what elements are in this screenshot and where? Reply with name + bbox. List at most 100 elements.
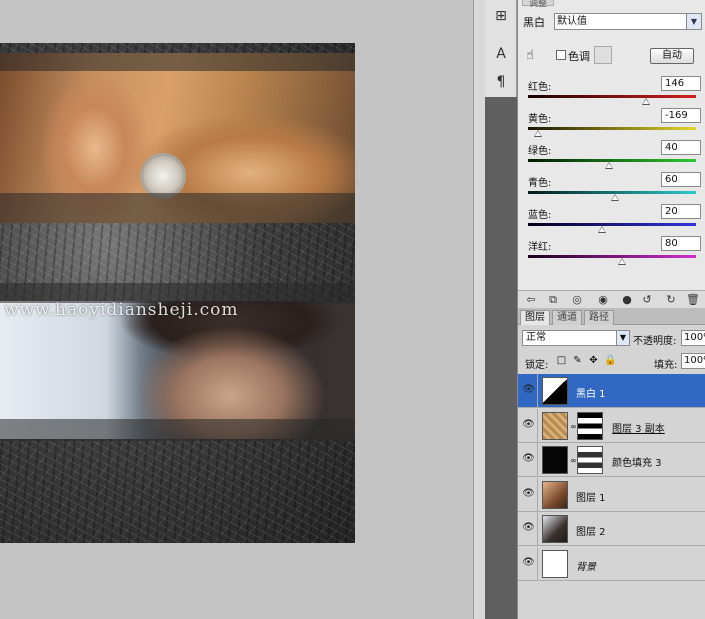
lock-transparency-icon[interactable]: □ — [556, 355, 567, 366]
clip-layer-icon[interactable]: ◎ — [570, 293, 584, 307]
slider-thumb[interactable] — [534, 130, 543, 137]
layers-tab-bar: 图层 通道 路径 — [518, 308, 705, 325]
slider-value-input[interactable]: -169 — [661, 108, 701, 123]
fill-label: 填充: — [654, 360, 678, 371]
tab-channels[interactable]: 通道 — [552, 310, 582, 325]
layer-thumbnail[interactable] — [542, 480, 568, 509]
tab-adjustments[interactable]: 调整 — [522, 0, 555, 9]
layer-row[interactable]: 👁 图层 2 — [518, 512, 705, 546]
slider-thumb[interactable] — [641, 98, 650, 105]
paragraph-icon[interactable]: ¶ — [493, 74, 509, 90]
slider-thumb[interactable] — [604, 162, 613, 169]
visibility-eye-icon[interactable]: ◉ — [596, 293, 610, 307]
lock-all-icon[interactable]: 🔒 — [604, 355, 616, 366]
adjustments-footer: ⇦ ⧉ ◎ ◉ ● ↺ ↻ 🗑 — [518, 290, 705, 308]
tint-label: 色调 — [568, 50, 590, 63]
slider-label: 红色: — [528, 82, 552, 93]
canvas-area[interactable]: www.haoyidiansheji.com — [0, 0, 473, 619]
layer-thumbnail[interactable] — [542, 411, 568, 440]
layer-name: 背景 — [576, 561, 596, 573]
tint-checkbox[interactable] — [556, 50, 566, 60]
adjust-icon[interactable]: ⊞ — [493, 8, 509, 24]
slider-track[interactable] — [528, 95, 696, 98]
slider-label: 黄色: — [528, 114, 552, 125]
collapsed-panel-strip: ⊞ A ¶ — [485, 0, 517, 97]
slider-track[interactable] — [528, 255, 696, 258]
tab-paths[interactable]: 路径 — [584, 310, 614, 325]
eye-icon: 👁 — [522, 384, 535, 395]
visibility-toggle[interactable]: 👁 — [518, 546, 538, 581]
slider-value-input[interactable]: 60 — [661, 172, 701, 187]
chevron-down-icon[interactable]: ▼ — [686, 14, 701, 29]
adjustments-panel: 调整 黑白 默认值 ▼ ☝ 色调 自动 红色: 146 黄色: -169 绿色: 40 青色… — [517, 0, 705, 308]
layer-row[interactable]: 👁 ∞ 颜色填充 3 — [518, 443, 705, 477]
eye-icon: 👁 — [522, 487, 535, 499]
layer-row[interactable]: 👁 ∞ 图层 3 副本 — [518, 408, 705, 443]
fill-input[interactable]: 100% — [681, 353, 705, 369]
back-arrow-icon[interactable]: ⇦ — [524, 293, 538, 307]
layer-thumbnail[interactable] — [542, 377, 568, 405]
visibility-toggle[interactable]: 👁 — [518, 443, 538, 477]
slider-thumb[interactable] — [597, 226, 606, 233]
layer-mask-thumbnail[interactable] — [577, 411, 603, 440]
lock-position-icon[interactable]: ✥ — [588, 355, 599, 366]
slider-value-input[interactable]: 146 — [661, 76, 701, 91]
document-image[interactable] — [0, 43, 355, 543]
layer-thumbnail[interactable] — [542, 515, 568, 543]
blend-mode-value: 正常 — [526, 332, 546, 343]
layer-name: 图层 2 — [576, 527, 606, 538]
slider-label: 蓝色: — [528, 210, 552, 221]
toggle-visibility-icon[interactable]: ● — [620, 293, 634, 307]
layers-panel: 图层 通道 路径 正常 ▼ 不透明度: 100% 锁定: □ ✎ ✥ 🔒 填充:… — [517, 308, 705, 619]
layer-name: 图层 1 — [576, 492, 606, 504]
blend-mode-select[interactable]: 正常 ▼ — [522, 330, 630, 346]
visibility-toggle[interactable]: 👁 — [518, 477, 538, 512]
shade-strip — [0, 193, 355, 223]
layer-mask-thumbnail[interactable] — [577, 446, 603, 474]
eye-icon: 👁 — [522, 522, 535, 533]
opacity-label: 不透明度: — [633, 336, 677, 347]
visibility-toggle[interactable]: 👁 — [518, 512, 538, 546]
layer-name: 黑白 1 — [576, 389, 606, 400]
eye-icon: 👁 — [522, 418, 535, 430]
shade-strip — [0, 419, 355, 441]
character-icon[interactable]: A — [493, 46, 509, 62]
adjustment-name: 黑白 — [523, 16, 545, 29]
slider-track[interactable] — [528, 127, 696, 130]
canvas-scroll-edge[interactable] — [473, 0, 485, 619]
slider-track[interactable] — [528, 223, 696, 226]
slider-label: 青色: — [528, 178, 552, 189]
opacity-input[interactable]: 100% — [681, 330, 705, 346]
visibility-toggle[interactable]: 👁 — [518, 374, 538, 408]
layer-thumbnail[interactable] — [542, 549, 568, 578]
slider-value-input[interactable]: 40 — [661, 140, 701, 155]
watermark-text: www.haoyidiansheji.com — [4, 300, 239, 320]
chevron-down-icon[interactable]: ▼ — [616, 331, 629, 345]
slider-thumb[interactable] — [611, 194, 620, 201]
slider-value-input[interactable]: 80 — [661, 236, 701, 251]
delete-icon[interactable]: 🗑 — [686, 293, 700, 307]
lock-label: 锁定: — [525, 360, 549, 371]
slider-value-input[interactable]: 20 — [661, 204, 701, 219]
layer-row[interactable]: 👁 黑白 1 — [518, 374, 705, 408]
layer-name: 颜色填充 3 — [612, 458, 662, 469]
visibility-toggle[interactable]: 👁 — [518, 408, 538, 443]
auto-button[interactable]: 自动 — [650, 48, 694, 64]
slider-thumb[interactable] — [618, 258, 627, 265]
link-icon[interactable]: ∞ — [570, 422, 577, 431]
preset-select[interactable]: 默认值 ▼ — [554, 13, 702, 30]
previous-state-icon[interactable]: ↺ — [640, 293, 654, 307]
lock-pixels-icon[interactable]: ✎ — [572, 355, 583, 366]
link-icon[interactable]: ∞ — [570, 456, 577, 465]
slider-label: 洋红: — [528, 242, 552, 253]
tint-color-swatch[interactable] — [594, 46, 612, 64]
layer-row[interactable]: 👁 图层 1 — [518, 477, 705, 512]
eye-icon: 👁 — [522, 556, 535, 568]
tab-layers[interactable]: 图层 — [520, 310, 550, 325]
shade-strip — [0, 53, 355, 71]
expand-view-icon[interactable]: ⧉ — [546, 293, 560, 307]
reset-icon[interactable]: ↻ — [664, 293, 678, 307]
layer-thumbnail[interactable] — [542, 446, 568, 474]
targeted-adjust-hand-icon[interactable]: ☝ — [526, 48, 534, 63]
layer-row[interactable]: 👁 背景 — [518, 546, 705, 581]
